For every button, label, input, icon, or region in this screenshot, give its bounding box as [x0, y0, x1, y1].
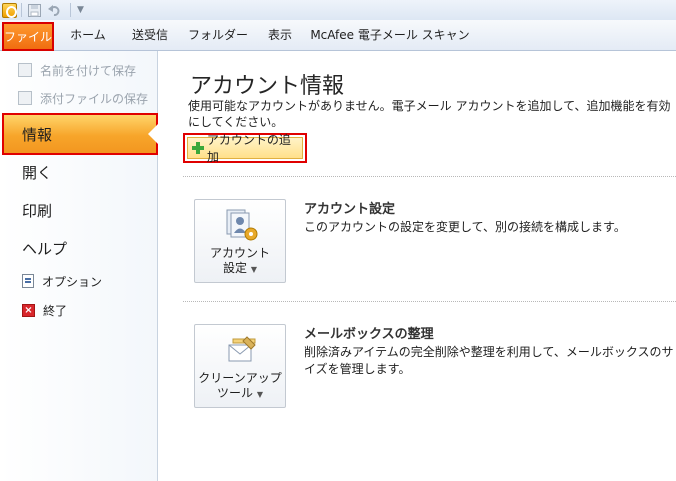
toolbar-separator [70, 3, 71, 17]
exit-icon: × [22, 303, 35, 317]
toolbar-separator [21, 3, 22, 17]
tab-file[interactable]: ファイル [2, 22, 54, 51]
page-description: 使用可能なアカウントがありません。電子メール アカウントを追加して、追加機能を有… [188, 99, 671, 129]
section-divider [183, 301, 676, 302]
nav-help[interactable]: ヘルプ [22, 238, 67, 259]
account-info-panel: アカウント情報 使用可能なアカウントがありません。電子メール アカウントを追加し… [159, 51, 676, 481]
cleanup-tools-button[interactable]: クリーンアップ ツール ▼ [194, 324, 286, 408]
nav-open[interactable]: 開く [22, 162, 52, 183]
account-settings-button-label: アカウント 設定 ▼ [209, 246, 270, 275]
tab-home[interactable]: ホーム [62, 20, 114, 50]
nav-save-as: 名前を付けて保存 [18, 60, 136, 80]
backstage-nav: 名前を付けて保存 添付ファイルの保存 情報 開く 印刷 ヘルプ オプション × … [0, 51, 158, 481]
mailbox-cleanup-title: メールボックスの整理 [304, 327, 434, 342]
section-divider [183, 176, 676, 177]
nav-exit[interactable]: × 終了 [22, 301, 67, 319]
account-settings-title: アカウント設定 [304, 202, 396, 217]
nav-save-as-label: 名前を付けて保存 [40, 63, 137, 78]
dropdown-caret-icon: ▼ [256, 390, 263, 399]
tab-view[interactable]: 表示 [258, 20, 302, 50]
nav-info[interactable]: 情報 [2, 113, 158, 155]
cleanup-tools-button-label: クリーンアップ ツール ▼ [198, 371, 282, 400]
account-settings-description: このアカウントの設定を変更して、別の接続を構成します。 [304, 220, 626, 234]
ribbon-tabs: ファイル ホーム 送受信 フォルダー 表示 McAfee 電子メール スキャン [0, 20, 676, 51]
mailbox-cleanup-description: 削除済みアイテムの完全削除や整理を利用して、メールボックスのサイズを管理します。 [304, 345, 674, 376]
add-account-label: アカウントの追加 [206, 133, 291, 164]
nav-print[interactable]: 印刷 [22, 200, 52, 221]
add-account-button-face: アカウントの追加 [187, 133, 303, 164]
undo-icon[interactable] [46, 2, 62, 18]
nav-exit-label: 終了 [43, 303, 68, 318]
quick-access-toolbar: ▼ [0, 0, 676, 20]
page-title: アカウント情報 [190, 74, 345, 99]
save-as-icon [18, 63, 32, 77]
dropdown-caret-icon: ▼ [250, 265, 257, 274]
customize-toolbar-dropdown-icon[interactable]: ▼ [77, 5, 84, 15]
save-icon[interactable] [26, 2, 42, 18]
nav-save-attachments-label: 添付ファイルの保存 [40, 91, 149, 106]
account-settings-icon [226, 209, 258, 241]
save-attachments-icon [18, 91, 32, 105]
cleanup-tools-icon [228, 336, 256, 362]
plus-icon [192, 142, 204, 154]
nav-options[interactable]: オプション [22, 272, 102, 290]
add-account-button[interactable]: アカウントの追加 [183, 133, 307, 164]
outlook-app-icon[interactable] [2, 2, 17, 18]
nav-save-attachments: 添付ファイルの保存 [18, 88, 148, 108]
nav-options-label: オプション [42, 274, 103, 289]
nav-info-label: 情報 [22, 126, 53, 144]
active-pointer-arrow [148, 124, 158, 144]
tab-mcafee-scan[interactable]: McAfee 電子メール スキャン [310, 20, 470, 50]
account-settings-button[interactable]: アカウント 設定 ▼ [194, 199, 286, 283]
tab-folder[interactable]: フォルダー [186, 20, 250, 50]
tab-send-receive[interactable]: 送受信 [122, 20, 178, 50]
options-icon [22, 274, 34, 288]
